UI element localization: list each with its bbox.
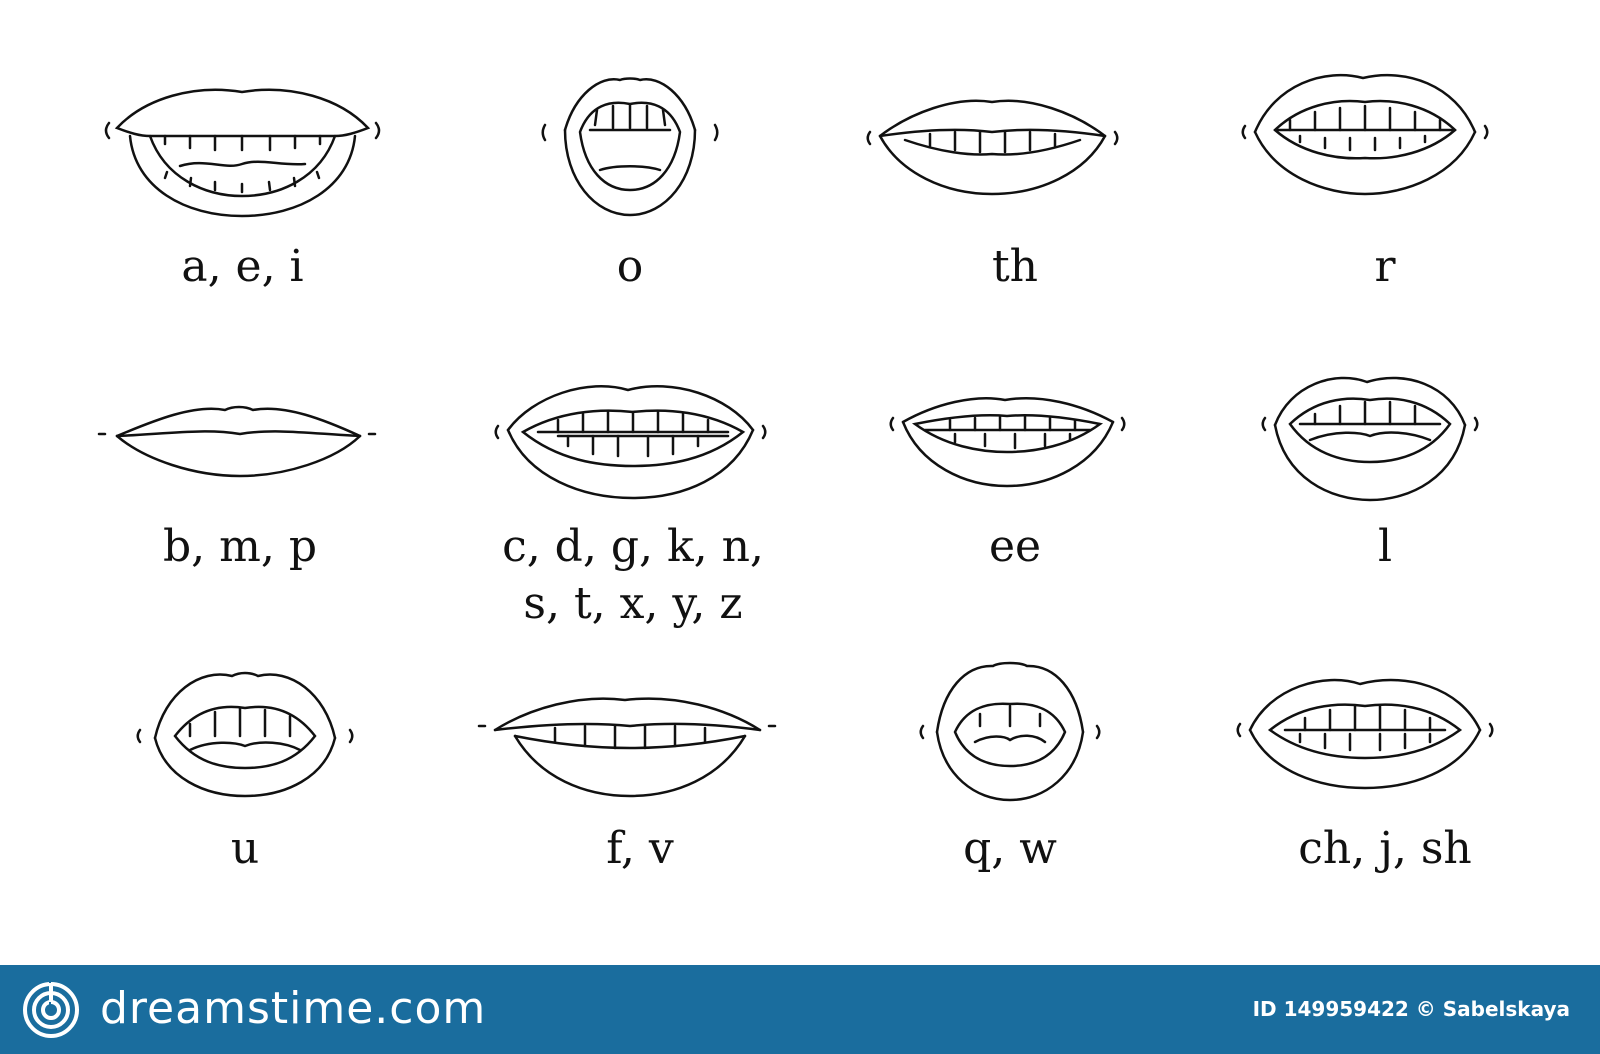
image-credit: ID 149959422 © Sabelskaya xyxy=(1252,997,1570,1021)
viseme-label: b, m, p xyxy=(163,521,317,572)
mouth-tongue-between-teeth-icon xyxy=(866,99,1119,196)
mouth-lower-lip-teeth-icon xyxy=(477,697,777,798)
mouth-wide-open-icon xyxy=(104,88,381,218)
mouth-slightly-open-icon xyxy=(136,671,354,798)
viseme-label: q, w xyxy=(963,823,1057,874)
mouth-teeth-tongue-icon xyxy=(1261,376,1479,502)
viseme-label: f, v xyxy=(606,823,674,874)
viseme-label-line2: s, t, x, y, z xyxy=(523,578,743,629)
mouth-teeth-slightly-open-icon xyxy=(1241,73,1489,196)
viseme-label: th xyxy=(991,241,1039,292)
mouth-teeth-open-icon xyxy=(1236,678,1494,790)
viseme-label: ee xyxy=(988,521,1042,572)
viseme-label: o xyxy=(616,241,644,292)
viseme-label: l xyxy=(1377,521,1393,572)
mouth-teeth-narrow-icon xyxy=(889,397,1126,488)
footer-bar: dreamstime.com ID 149959422 © Sabelskaya xyxy=(0,965,1600,1054)
viseme-label: c, d, g, k, n, xyxy=(502,521,764,572)
brand-name: dreamstime.com xyxy=(100,983,487,1034)
mouth-round-open-icon xyxy=(541,77,719,217)
mouth-pursed-icon xyxy=(919,661,1101,802)
viseme-label: ch, j, sh xyxy=(1298,823,1472,874)
viseme-label: a, e, i xyxy=(181,241,304,292)
viseme-label: r xyxy=(1374,241,1396,292)
mouth-teeth-wide-icon xyxy=(494,385,767,500)
dreamstime-logo-icon xyxy=(23,981,80,1038)
mouth-closed-icon xyxy=(97,405,377,478)
viseme-label: u xyxy=(230,823,260,874)
